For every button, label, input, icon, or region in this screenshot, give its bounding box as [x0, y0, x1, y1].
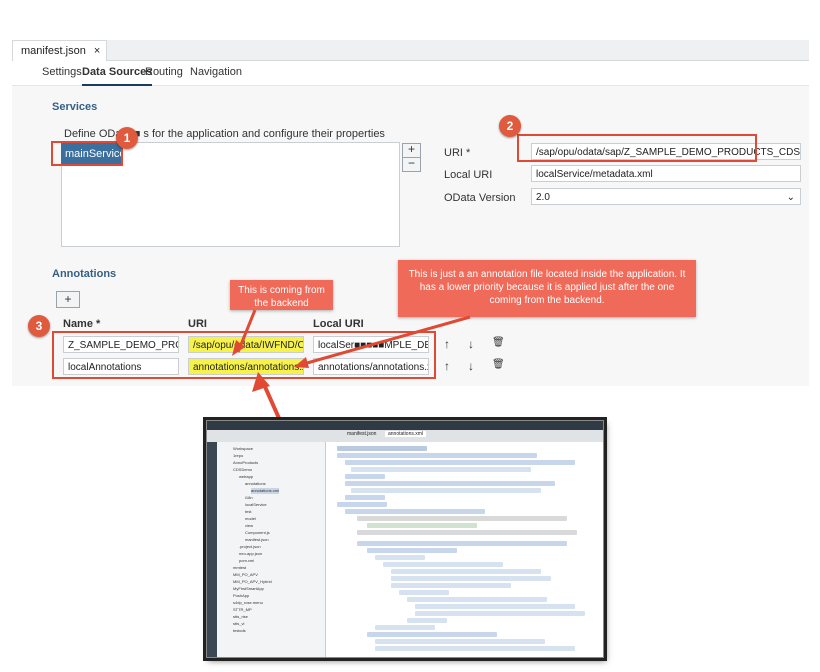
- tree-item: STTR_MP: [233, 607, 252, 612]
- ide-file-tree: Workspace 1repo AnnoProducts CDSDemo web…: [217, 442, 326, 657]
- code-line: [357, 516, 567, 521]
- arrow-annotation-file-head: [294, 357, 309, 368]
- code-line: [391, 569, 541, 574]
- tree-item: AnnoProducts: [233, 460, 259, 465]
- code-line: [375, 646, 575, 651]
- tree-item: neo-app.json: [239, 551, 263, 556]
- code-line: [367, 632, 497, 637]
- code-line: [351, 467, 531, 472]
- code-line: [345, 474, 385, 479]
- tree-item: MM_PO_APV_Hybrid: [233, 579, 272, 584]
- code-line: [375, 625, 435, 630]
- tree-item: 1repo: [233, 453, 244, 458]
- tree-item: localService: [245, 502, 267, 507]
- ide-screenshot: manifest.json annotations.xml Workspace …: [206, 420, 604, 658]
- tree-item: MM_PO_APV: [233, 572, 258, 577]
- code-line: [407, 597, 547, 602]
- code-line: [391, 583, 511, 588]
- tree-item: s4dp_rose.menu: [233, 600, 263, 605]
- code-line: [351, 488, 541, 493]
- tree-item: model: [245, 516, 256, 521]
- code-line: [383, 562, 503, 567]
- code-line: [345, 460, 575, 465]
- tree-item: i18n: [245, 495, 253, 500]
- tree-item: MyFirstSmartApp: [233, 586, 264, 591]
- code-line: [399, 590, 449, 595]
- code-line: [337, 502, 387, 507]
- tree-item: view: [245, 523, 254, 528]
- tree-item: testcds: [233, 628, 246, 633]
- tree-item: annotations: [245, 481, 266, 486]
- tree-item-selected: annotations.xml: [251, 488, 280, 494]
- code-line: [415, 604, 575, 609]
- tree-item: .project.json: [239, 544, 261, 549]
- ide-tab-annotations: annotations.xml: [385, 431, 427, 437]
- tree-item: manifest.json: [245, 537, 269, 542]
- tree-item: CDSDemo: [233, 467, 253, 472]
- code-line: [337, 453, 537, 458]
- code-line: [337, 446, 427, 451]
- tree-item: test: [245, 509, 252, 514]
- tree-item: mmtest: [233, 565, 247, 570]
- tree-item: Workspace: [233, 446, 253, 451]
- code-line: [357, 541, 567, 546]
- code-line: [357, 530, 577, 535]
- code-line: [407, 618, 447, 623]
- code-line: [367, 548, 457, 553]
- tree-item: Component.js: [245, 530, 270, 535]
- code-line: [345, 509, 485, 514]
- code-line: [391, 576, 551, 581]
- code-line: [367, 523, 477, 528]
- tree-item: stts_vl: [233, 621, 245, 626]
- tree-item: PushApp: [233, 593, 250, 598]
- tree-item: stts_rise: [233, 614, 248, 619]
- ide-menu-bar: [207, 421, 603, 430]
- code-line: [345, 495, 385, 500]
- code-line: [345, 481, 555, 486]
- tree-item: webapp: [239, 474, 254, 479]
- code-line: [415, 611, 585, 616]
- code-line: [375, 639, 545, 644]
- ide-code-editor: [327, 442, 603, 657]
- tree-item: pom.xml: [239, 558, 255, 563]
- ide-toolbar: manifest.json annotations.xml: [207, 430, 603, 442]
- arrow-annotation-file: [299, 315, 471, 367]
- ide-tab-manifest: manifest.json: [347, 431, 377, 437]
- ide-sidebar: [207, 442, 217, 657]
- code-line: [375, 555, 425, 560]
